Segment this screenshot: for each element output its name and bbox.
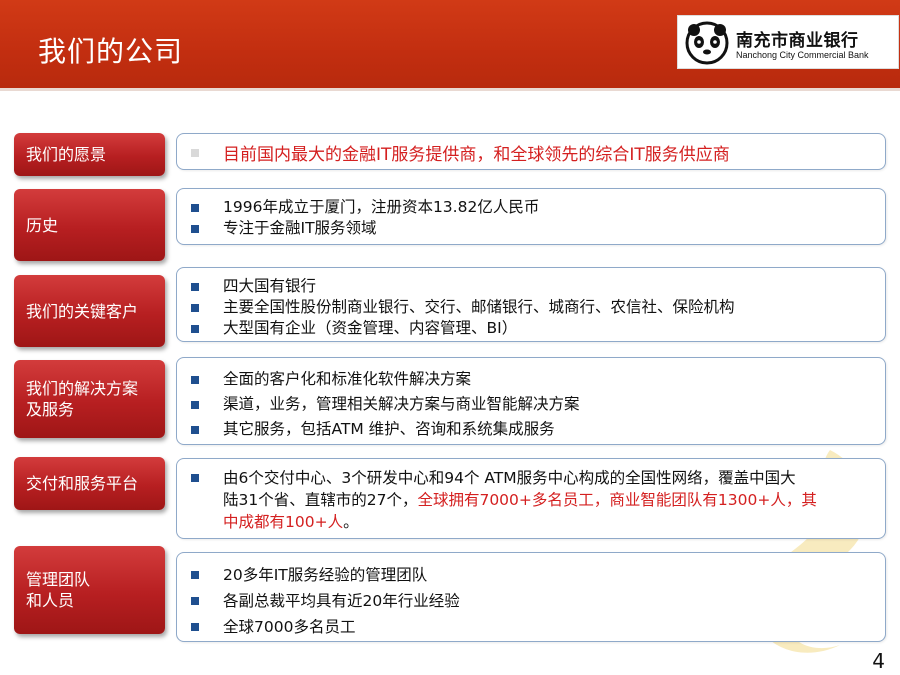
label-delivery: 交付和服务平台 <box>14 457 165 510</box>
list-item: 大型国有企业（资金管理、内容管理、BI） <box>223 319 518 337</box>
bullet-icon <box>191 474 199 482</box>
bank-name-en: Nanchong City Commercial Bank <box>736 50 869 60</box>
content-key-clients: 四大国有银行 主要全国性股份制商业银行、交行、邮储银行、城商行、农信社、保险机构… <box>176 267 886 342</box>
content-solutions: 全面的客户化和标准化软件解决方案 渠道，业务，管理相关解决方案与商业智能解决方案… <box>176 357 886 445</box>
list-item: 目前国内最大的金融IT服务提供商，和全球领先的综合IT服务供应商 <box>223 145 730 165</box>
bank-logo: 南充市商业银行 Nanchong City Commercial Bank <box>677 15 899 69</box>
bullet-icon <box>191 597 199 605</box>
list-item: 主要全国性股份制商业银行、交行、邮储银行、城商行、农信社、保险机构 <box>223 298 735 316</box>
bullet-icon <box>191 325 199 333</box>
list-item: 20多年IT服务经验的管理团队 <box>223 566 428 584</box>
page-number: 4 <box>872 649 885 673</box>
label-key-clients: 我们的关键客户 <box>14 275 165 347</box>
label-solutions: 我们的解决方案 及服务 <box>14 360 165 438</box>
content-management: 20多年IT服务经验的管理团队 各副总裁平均具有近20年行业经验 全球7000多… <box>176 552 886 642</box>
bullet-icon <box>191 149 199 157</box>
bullet-icon <box>191 571 199 579</box>
header-divider <box>0 88 900 91</box>
bullet-icon <box>191 304 199 312</box>
list-item: 由6个交付中心、3个研发中心和94个 ATM服务中心构成的全国性网络，覆盖中国大 <box>223 469 796 487</box>
bank-name-cn: 南充市商业银行 <box>736 31 859 51</box>
content-delivery: 由6个交付中心、3个研发中心和94个 ATM服务中心构成的全国性网络，覆盖中国大… <box>176 458 886 539</box>
list-item: 渠道，业务，管理相关解决方案与商业智能解决方案 <box>223 395 580 413</box>
bullet-icon <box>191 283 199 291</box>
label-history: 历史 <box>14 189 165 261</box>
list-item: 中成都有100+人。 <box>223 513 359 531</box>
bullet-icon <box>191 376 199 384</box>
list-item: 全球7000多名员工 <box>223 618 356 636</box>
content-history: 1996年成立于厦门，注册资本13.82亿人民币 专注于金融IT服务领域 <box>176 188 886 245</box>
list-item: 各副总裁平均具有近20年行业经验 <box>223 592 460 610</box>
list-item: 四大国有银行 <box>223 277 317 295</box>
bullet-icon <box>191 426 199 434</box>
bullet-icon <box>191 225 199 233</box>
label-management: 管理团队 和人员 <box>14 546 165 634</box>
label-vision: 我们的愿景 <box>14 133 165 176</box>
list-item: 专注于金融IT服务领域 <box>223 219 377 237</box>
panda-logo-icon <box>685 21 729 65</box>
list-item: 1996年成立于厦门，注册资本13.82亿人民币 <box>223 198 540 216</box>
bullet-icon <box>191 401 199 409</box>
bullet-icon <box>191 204 199 212</box>
list-item: 其它服务，包括ATM 维护、咨询和系统集成服务 <box>223 420 555 438</box>
list-item: 陆31个省、直辖市的27个，全球拥有7000+多名员工，商业智能团队有1300+… <box>223 491 817 509</box>
list-item: 全面的客户化和标准化软件解决方案 <box>223 370 472 388</box>
bullet-icon <box>191 623 199 631</box>
page-title: 我们的公司 <box>38 35 184 68</box>
content-vision: 目前国内最大的金融IT服务提供商，和全球领先的综合IT服务供应商 <box>176 133 886 170</box>
